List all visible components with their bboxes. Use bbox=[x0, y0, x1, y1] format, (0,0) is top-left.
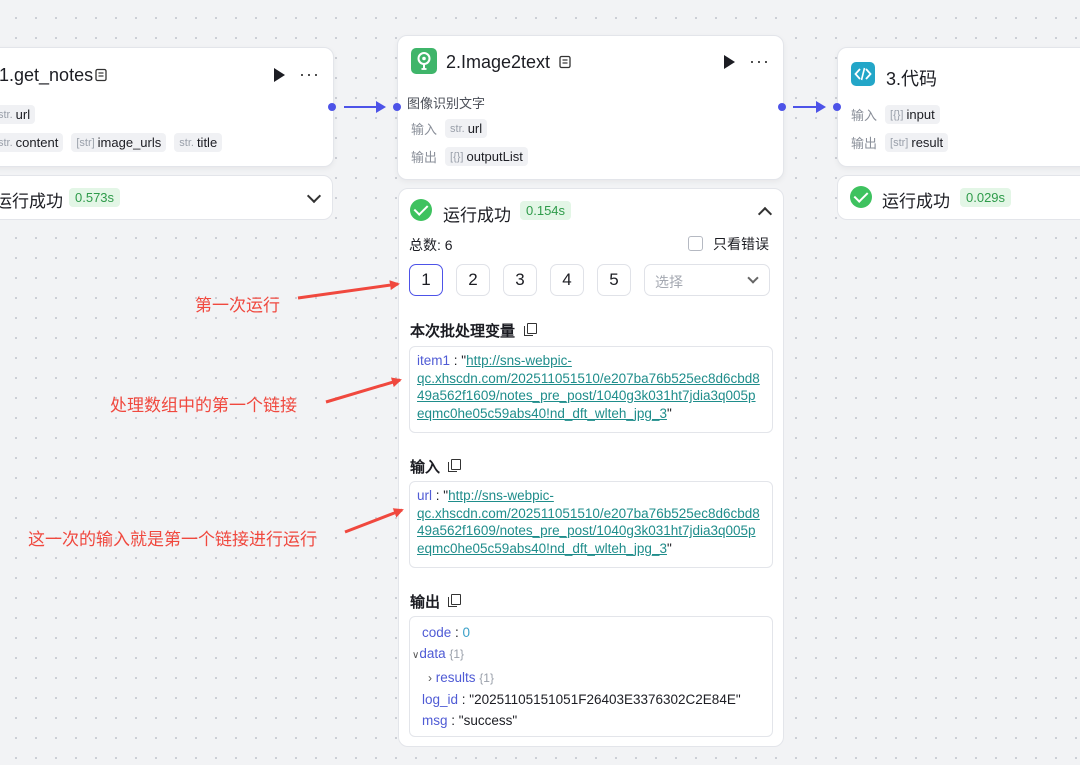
input-box: url : "http://sns-webpic-qc.xhscdn.com/2… bbox=[409, 481, 773, 568]
input-url-link[interactable]: http://sns-webpic-qc.xhscdn.com/20251105… bbox=[417, 488, 760, 556]
output-data-line[interactable]: ∨data {1} bbox=[410, 643, 741, 666]
batch-select-dropdown[interactable]: 选择 bbox=[644, 264, 770, 296]
output-content: code : 0 ∨data {1} › results {1} log_id … bbox=[410, 622, 741, 731]
more-options-button[interactable]: ··· bbox=[749, 52, 770, 70]
node-output-row: 输出 [{}] outputList bbox=[411, 147, 528, 166]
annotation-input-is-first-link: 这一次的输入就是第一个链接进行运行 bbox=[28, 530, 317, 549]
output-port[interactable] bbox=[778, 103, 786, 111]
chevron-up-icon[interactable] bbox=[757, 206, 773, 222]
document-icon bbox=[559, 55, 571, 69]
more-options-button[interactable]: ··· bbox=[299, 65, 320, 83]
output-param: str. title bbox=[174, 133, 223, 152]
output-param: [str] result bbox=[885, 133, 949, 152]
status-text: 运行成功 bbox=[443, 206, 511, 225]
output-logid-line: log_id : "20251105151051F26403E3376302C2… bbox=[422, 691, 741, 707]
node-output-row: 输出 [str] result bbox=[851, 133, 949, 152]
batch-variables-box: item1 : "http://sns-webpic-qc.xhscdn.com… bbox=[409, 346, 773, 433]
status-text: 运行成功 bbox=[882, 192, 950, 211]
run-node-button[interactable] bbox=[724, 55, 735, 69]
copy-icon[interactable] bbox=[524, 323, 537, 336]
node-title: 1.get_notes bbox=[0, 65, 94, 85]
run-result-panel: 运行成功 0.154s 总数: 6 只看错误 1 2 3 4 5 选择 本次批处… bbox=[398, 188, 784, 747]
input-param: str. url bbox=[0, 105, 36, 124]
annotation-first-run: 第一次运行 bbox=[195, 296, 280, 315]
chevron-right-icon[interactable]: › bbox=[428, 671, 432, 685]
batch-page-1[interactable]: 1 bbox=[409, 264, 443, 296]
copy-icon[interactable] bbox=[448, 594, 461, 607]
node-code[interactable]: 3.代码 输入 [{}] input 输出 [str] result bbox=[837, 47, 1080, 167]
input-content: url : "http://sns-webpic-qc.xhscdn.com/2… bbox=[417, 488, 760, 556]
chevron-down-icon bbox=[747, 272, 759, 284]
duration-badge: 0.029s bbox=[960, 188, 1012, 207]
run-node-button[interactable] bbox=[274, 68, 285, 82]
node-description: 图像识别文字 bbox=[407, 96, 486, 111]
output-param: [str] image_urls bbox=[71, 133, 167, 152]
output-box: code : 0 ∨data {1} › results {1} log_id … bbox=[409, 616, 773, 737]
node-output-row: str. content [str] image_urls str. title bbox=[0, 133, 223, 152]
batch-variables-content: item1 : "http://sns-webpic-qc.xhscdn.com… bbox=[417, 353, 760, 421]
connector-line bbox=[344, 106, 377, 108]
annotation-arrow bbox=[344, 508, 404, 534]
batch-page-3[interactable]: 3 bbox=[503, 264, 537, 296]
node1-status-card[interactable]: 运行成功 0.573s bbox=[0, 175, 333, 220]
node-input-row: 输入 [{}] input bbox=[851, 105, 940, 124]
output-code-line: code : 0 bbox=[422, 625, 471, 640]
input-section-title: 输入 bbox=[410, 459, 441, 476]
success-check-icon bbox=[410, 199, 432, 221]
input-port[interactable] bbox=[833, 103, 841, 111]
input-label: 输入 bbox=[851, 108, 878, 123]
errors-only-checkbox[interactable] bbox=[688, 236, 703, 251]
input-label: 输入 bbox=[411, 122, 438, 137]
annotation-arrow bbox=[325, 377, 402, 404]
output-label: 输出 bbox=[851, 136, 878, 151]
code-icon bbox=[851, 62, 875, 86]
node-title: 2.Image2text bbox=[446, 52, 551, 72]
node-input-row: str. url bbox=[0, 105, 36, 124]
duration-badge: 0.154s bbox=[520, 201, 572, 220]
batch-page-4[interactable]: 4 bbox=[550, 264, 584, 296]
output-port[interactable] bbox=[328, 103, 336, 111]
node-image2text[interactable]: 2.Image2text ··· 图像识别文字 输入 str. url 输出 [{… bbox=[397, 35, 784, 180]
errors-only-label[interactable]: 只看错误 bbox=[713, 234, 769, 254]
annotation-arrow bbox=[297, 280, 400, 300]
input-port[interactable] bbox=[393, 103, 401, 111]
connector-arrowhead bbox=[816, 101, 826, 113]
status-text: 运行成功 bbox=[0, 192, 63, 211]
batch-url-link[interactable]: http://sns-webpic-qc.xhscdn.com/20251105… bbox=[417, 353, 760, 421]
node-get-notes[interactable]: 1.get_notes ··· str. url str. content [str… bbox=[0, 47, 334, 167]
output-param: str. content bbox=[0, 133, 64, 152]
lightbulb-icon bbox=[411, 48, 437, 74]
connector-arrowhead bbox=[376, 101, 386, 113]
output-label: 输出 bbox=[411, 150, 438, 165]
duration-badge: 0.573s bbox=[69, 188, 121, 207]
chevron-down-icon[interactable] bbox=[306, 188, 322, 204]
output-results-line[interactable]: › results {1} bbox=[410, 667, 741, 689]
input-param: [{}] input bbox=[885, 105, 940, 124]
node3-status-card[interactable]: 运行成功 0.029s bbox=[837, 175, 1080, 220]
select-placeholder: 选择 bbox=[655, 274, 683, 290]
annotation-first-link: 处理数组中的第一个链接 bbox=[110, 396, 297, 415]
output-section-title: 输出 bbox=[410, 594, 441, 611]
document-icon bbox=[95, 68, 107, 82]
batch-page-5[interactable]: 5 bbox=[597, 264, 631, 296]
input-param: str. url bbox=[445, 119, 488, 138]
output-param: [{}] outputList bbox=[445, 147, 528, 166]
output-msg-line: msg : "success" bbox=[422, 713, 518, 729]
total-count: 总数: 6 bbox=[409, 237, 453, 253]
node-input-row: 输入 str. url bbox=[411, 119, 488, 138]
batch-variables-title: 本次批处理变量 bbox=[410, 323, 516, 340]
batch-page-2[interactable]: 2 bbox=[456, 264, 490, 296]
success-check-icon bbox=[850, 186, 872, 208]
copy-icon[interactable] bbox=[448, 459, 461, 472]
connector-line bbox=[793, 106, 817, 108]
node-title: 3.代码 bbox=[886, 69, 938, 89]
